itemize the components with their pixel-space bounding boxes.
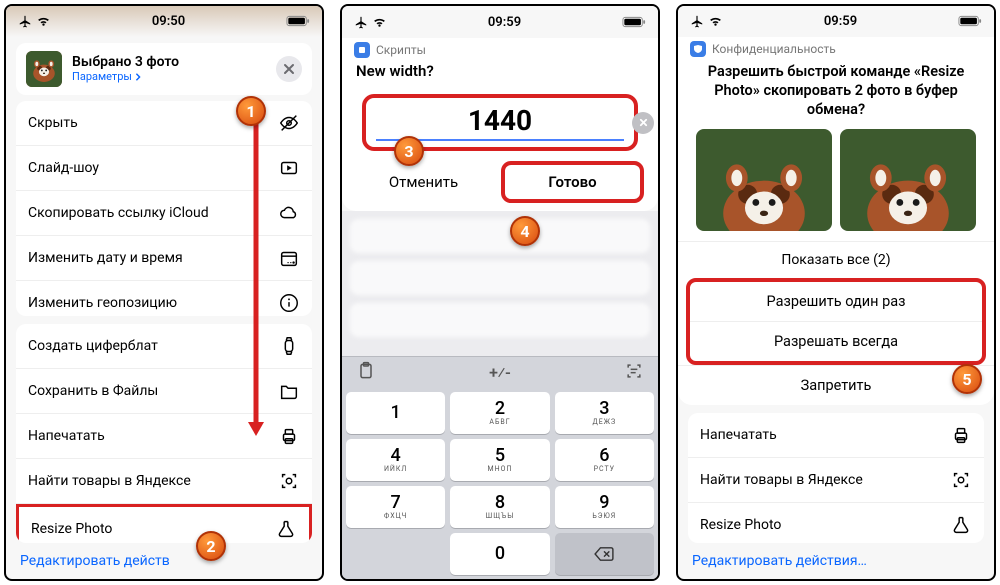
action-print[interactable]: Напечатать xyxy=(16,414,312,459)
action-yandex-search[interactable]: Найти товары в Яндексе xyxy=(688,458,984,503)
key-2[interactable]: 2АБВГ xyxy=(450,392,549,434)
airplane-icon xyxy=(18,14,32,28)
marker-4: 4 xyxy=(510,216,540,246)
status-time: 09:50 xyxy=(152,14,185,29)
wifi-icon xyxy=(372,16,387,28)
action-hide[interactable]: Скрыть xyxy=(16,101,312,146)
battery-icon xyxy=(622,16,646,28)
printer-icon xyxy=(278,425,300,447)
photo-previews xyxy=(678,129,994,241)
key-0[interactable]: 0 xyxy=(450,533,549,575)
flask-icon xyxy=(950,514,972,536)
marker-3: 3 xyxy=(394,136,424,166)
scripts-icon xyxy=(354,42,370,58)
status-bar: 09:50 xyxy=(6,6,322,37)
printer-icon xyxy=(950,424,972,446)
selection-thumb xyxy=(26,51,62,87)
phone-1: 09:50 Выбрано 3 фото Параметры Скрыть Сл… xyxy=(4,4,324,581)
scripts-label: Скрипты xyxy=(342,38,658,58)
wifi-icon xyxy=(36,15,51,27)
background-actions: Напечатать Найти товары в Яндексе Resize… xyxy=(688,413,984,543)
calendar-icon xyxy=(278,247,300,269)
privacy-icon xyxy=(690,41,706,57)
arrow-down xyxy=(246,124,266,444)
marker-5: 5 xyxy=(952,364,982,394)
status-time: 09:59 xyxy=(824,14,857,29)
show-all-button[interactable]: Показать все (2) xyxy=(678,241,994,278)
numeric-keypad: 1 2АБВГ 3ДЕЖЗ 4ИЙКЛ 5МНОП 6РСТУ 7ФХЦЧ 8Ш… xyxy=(342,388,658,579)
allow-buttons-highlight: Разрешить один раз Разрешать всегда xyxy=(686,278,986,365)
key-6[interactable]: 6РСТУ xyxy=(555,439,654,481)
play-icon xyxy=(278,157,300,179)
action-change-date[interactable]: Изменить дату и время xyxy=(16,236,312,281)
clear-input-button[interactable] xyxy=(632,112,654,134)
eye-slash-icon xyxy=(278,112,300,134)
phone-2: 09:59 Скрипты New width? 1440 Отменить Г… xyxy=(340,4,660,581)
action-change-geo[interactable]: Изменить геопозицию xyxy=(16,281,312,317)
battery-icon xyxy=(286,15,310,27)
scan-icon xyxy=(950,469,972,491)
action-icloud-link[interactable]: Скопировать ссылку iCloud xyxy=(16,191,312,236)
keyboard-toolbar: +⁄- xyxy=(342,356,658,388)
privacy-question: Разрешить быстрой команде «Resize Photo»… xyxy=(678,57,994,130)
actions-group-1: Скрыть Слайд-шоу Скопировать ссылку iClo… xyxy=(16,101,312,317)
header-params-link[interactable]: Параметры xyxy=(72,70,266,83)
key-backspace[interactable] xyxy=(555,533,654,575)
done-button[interactable]: Готово xyxy=(501,161,644,203)
cancel-button[interactable]: Отменить xyxy=(356,165,491,199)
allow-always-button[interactable]: Разрешать всегда xyxy=(690,321,982,361)
action-resize-photo[interactable]: Resize Photo xyxy=(688,503,984,543)
folder-icon xyxy=(278,380,300,402)
marker-1: 1 xyxy=(236,96,266,126)
watch-icon xyxy=(278,335,300,357)
key-7[interactable]: 7ФХЦЧ xyxy=(346,486,445,528)
wifi-icon xyxy=(708,15,723,27)
status-bar: 09:59 xyxy=(342,6,658,38)
close-button[interactable] xyxy=(276,56,302,82)
action-watch-face[interactable]: Создать циферблат xyxy=(16,324,312,369)
airplane-icon xyxy=(690,14,704,28)
status-bar: 09:59 xyxy=(678,6,994,37)
key-4[interactable]: 4ИЙКЛ xyxy=(346,439,445,481)
privacy-dialog: Конфиденциальность Разрешить быстрой ком… xyxy=(678,37,994,406)
width-input[interactable]: 1440 xyxy=(376,104,624,141)
paste-icon[interactable] xyxy=(356,361,376,385)
photo-preview-1 xyxy=(696,129,832,231)
question-text: New width? xyxy=(342,58,658,90)
key-9[interactable]: 9ЬЭЮЯ xyxy=(555,486,654,528)
key-1[interactable]: 1 xyxy=(346,392,445,434)
ask-dialog: Скрипты New width? 1440 Отменить Готово xyxy=(342,38,658,211)
share-sheet-header: Выбрано 3 фото Параметры xyxy=(16,43,312,95)
flask-icon xyxy=(275,518,297,540)
battery-icon xyxy=(958,15,982,27)
key-5[interactable]: 5МНОП xyxy=(450,439,549,481)
key-3[interactable]: 3ДЕЖЗ xyxy=(555,392,654,434)
scan-text-icon[interactable] xyxy=(624,361,644,385)
allow-once-button[interactable]: Разрешить один раз xyxy=(690,282,982,321)
key-8[interactable]: 8ШЩЪЫ xyxy=(450,486,549,528)
key-empty xyxy=(346,533,445,575)
blurred-background xyxy=(342,211,658,356)
phone-3: 09:59 Конфиденциальность Разрешить быстр… xyxy=(676,4,996,581)
marker-2: 2 xyxy=(196,531,226,561)
actions-group-2: Создать циферблат Сохранить в Файлы Напе… xyxy=(16,324,312,543)
info-icon xyxy=(278,292,300,314)
action-yandex-search[interactable]: Найти товары в Яндексе xyxy=(16,459,312,504)
plus-minus-icon[interactable]: +⁄- xyxy=(489,363,511,382)
action-print[interactable]: Напечатать xyxy=(688,413,984,458)
status-time: 09:59 xyxy=(488,15,521,30)
header-title: Выбрано 3 фото xyxy=(72,54,266,70)
photo-preview-2 xyxy=(840,129,976,231)
edit-actions-link[interactable]: Редактировать действ xyxy=(6,543,322,579)
action-resize-photo[interactable]: Resize Photo xyxy=(16,504,312,543)
action-save-files[interactable]: Сохранить в Файлы xyxy=(16,369,312,414)
edit-actions-link[interactable]: Редактировать действия… xyxy=(678,543,994,579)
action-slideshow[interactable]: Слайд-шоу xyxy=(16,146,312,191)
cloud-icon xyxy=(278,202,300,224)
scan-icon xyxy=(278,470,300,492)
deny-button[interactable]: Запретить xyxy=(678,365,994,405)
airplane-icon xyxy=(354,15,368,29)
privacy-label: Конфиденциальность xyxy=(678,37,994,57)
